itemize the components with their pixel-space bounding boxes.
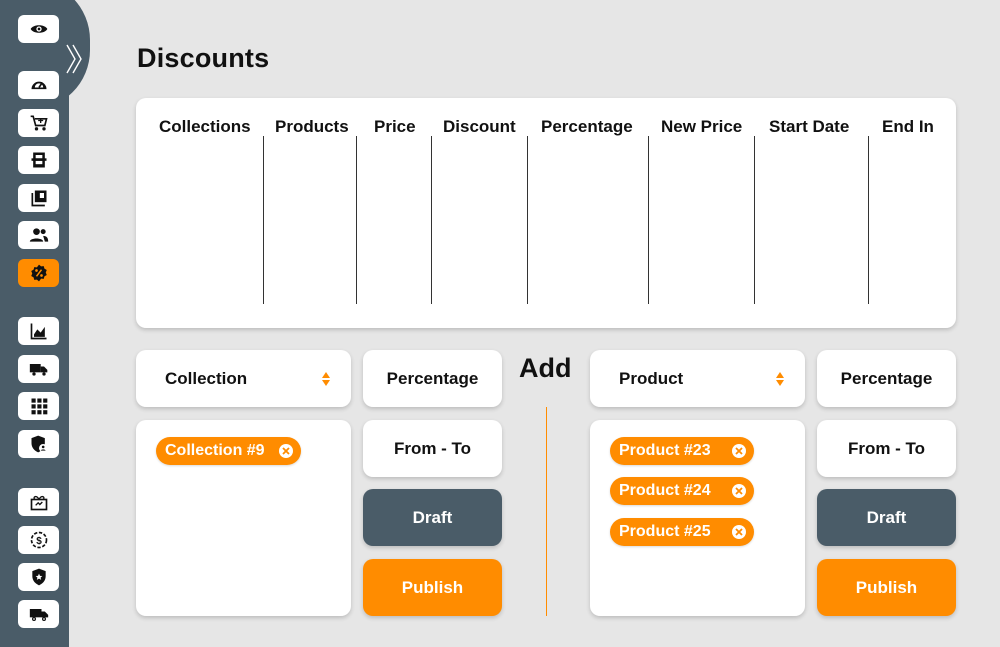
users-icon (29, 228, 48, 242)
product-select-label: Product (619, 368, 684, 388)
discounts-table: Collections Products Price Discount Perc… (136, 98, 956, 328)
crate-icon (31, 152, 46, 168)
column-divider (648, 136, 649, 304)
date-range-field[interactable]: From - To (817, 420, 956, 477)
gift-icon (30, 495, 47, 511)
page-title: Discounts (137, 43, 270, 73)
sidebar-item-payments[interactable]: $ (18, 526, 59, 554)
column-divider (527, 136, 528, 304)
column-header-collections[interactable]: Collections (159, 117, 251, 137)
publish-button[interactable]: Publish (363, 559, 502, 616)
collection-chip-label: Collection #9 (165, 442, 265, 459)
column-header-end-in[interactable]: End In (882, 117, 934, 137)
divider (546, 407, 547, 616)
product-chip: Product #25 (610, 518, 754, 546)
shield-user-icon (31, 435, 47, 453)
sidebar-item-delivery[interactable] (18, 600, 59, 628)
column-header-new-price[interactable]: New Price (661, 117, 742, 137)
remove-chip-icon[interactable] (732, 444, 746, 458)
product-chip: Product #24 (610, 477, 754, 505)
sort-arrows-icon (322, 371, 330, 386)
grid-icon (31, 398, 47, 415)
sidebar-item-discounts[interactable] (18, 259, 59, 287)
percentage-field[interactable]: Percentage (817, 350, 956, 407)
product-select[interactable]: Product (590, 350, 805, 407)
column-header-start-date[interactable]: Start Date (769, 117, 849, 137)
chart-icon (30, 323, 46, 340)
chevron-right-icon[interactable] (64, 42, 84, 76)
sidebar-item-apps[interactable] (18, 392, 59, 420)
publish-button[interactable]: Publish (817, 559, 956, 616)
sidebar-item-inventory[interactable] (18, 146, 59, 174)
police-badge-icon (31, 568, 46, 586)
remove-chip-icon[interactable] (732, 525, 746, 539)
remove-chip-icon[interactable] (732, 484, 746, 498)
sort-arrows-icon (776, 371, 784, 386)
sidebar-item-gifts[interactable] (18, 488, 59, 516)
collection-chip: Collection #9 (156, 437, 301, 465)
column-header-price[interactable]: Price (374, 117, 416, 137)
column-divider (431, 136, 432, 304)
money-cycle-icon: $ (30, 531, 47, 549)
sidebar-item-dashboard[interactable] (18, 71, 59, 99)
column-divider (356, 136, 357, 304)
cart-icon (30, 115, 48, 131)
collection-select-label: Collection (165, 368, 248, 388)
sidebar-item-collections[interactable] (18, 184, 59, 212)
truck-icon (29, 364, 47, 376)
speedometer-icon (31, 81, 46, 90)
sidebar-item-permissions[interactable] (18, 430, 59, 458)
percentage-field[interactable]: Percentage (363, 350, 502, 407)
remove-chip-icon[interactable] (279, 444, 293, 458)
svg-text:$: $ (36, 536, 42, 547)
delivery-truck-icon (29, 609, 48, 621)
column-divider (754, 136, 755, 304)
add-heading: Add (519, 353, 572, 383)
sidebar-item-analytics[interactable] (18, 317, 59, 345)
product-chip: Product #23 (610, 437, 754, 465)
column-header-percentage[interactable]: Percentage (541, 117, 633, 137)
product-chip-label: Product #24 (619, 482, 711, 499)
sidebar-item-security[interactable] (18, 563, 59, 591)
discount-badge-icon (30, 264, 47, 282)
eye-icon (30, 25, 47, 33)
sidebar-item-view[interactable] (18, 15, 59, 43)
column-divider (868, 136, 869, 304)
column-header-discount[interactable]: Discount (443, 117, 516, 137)
sidebar-item-shipping[interactable] (18, 355, 59, 383)
collection-select[interactable]: Collection (136, 350, 351, 407)
sidebar-item-orders[interactable] (18, 109, 59, 137)
column-divider (263, 136, 264, 304)
draft-button[interactable]: Draft (817, 489, 956, 546)
date-range-field[interactable]: From - To (363, 420, 502, 477)
column-header-products[interactable]: Products (275, 117, 349, 137)
product-chip-label: Product #25 (619, 523, 711, 540)
collections-icon (31, 190, 46, 207)
product-chip-label: Product #23 (619, 442, 711, 459)
sidebar-item-customers[interactable] (18, 221, 59, 249)
draft-button[interactable]: Draft (363, 489, 502, 546)
